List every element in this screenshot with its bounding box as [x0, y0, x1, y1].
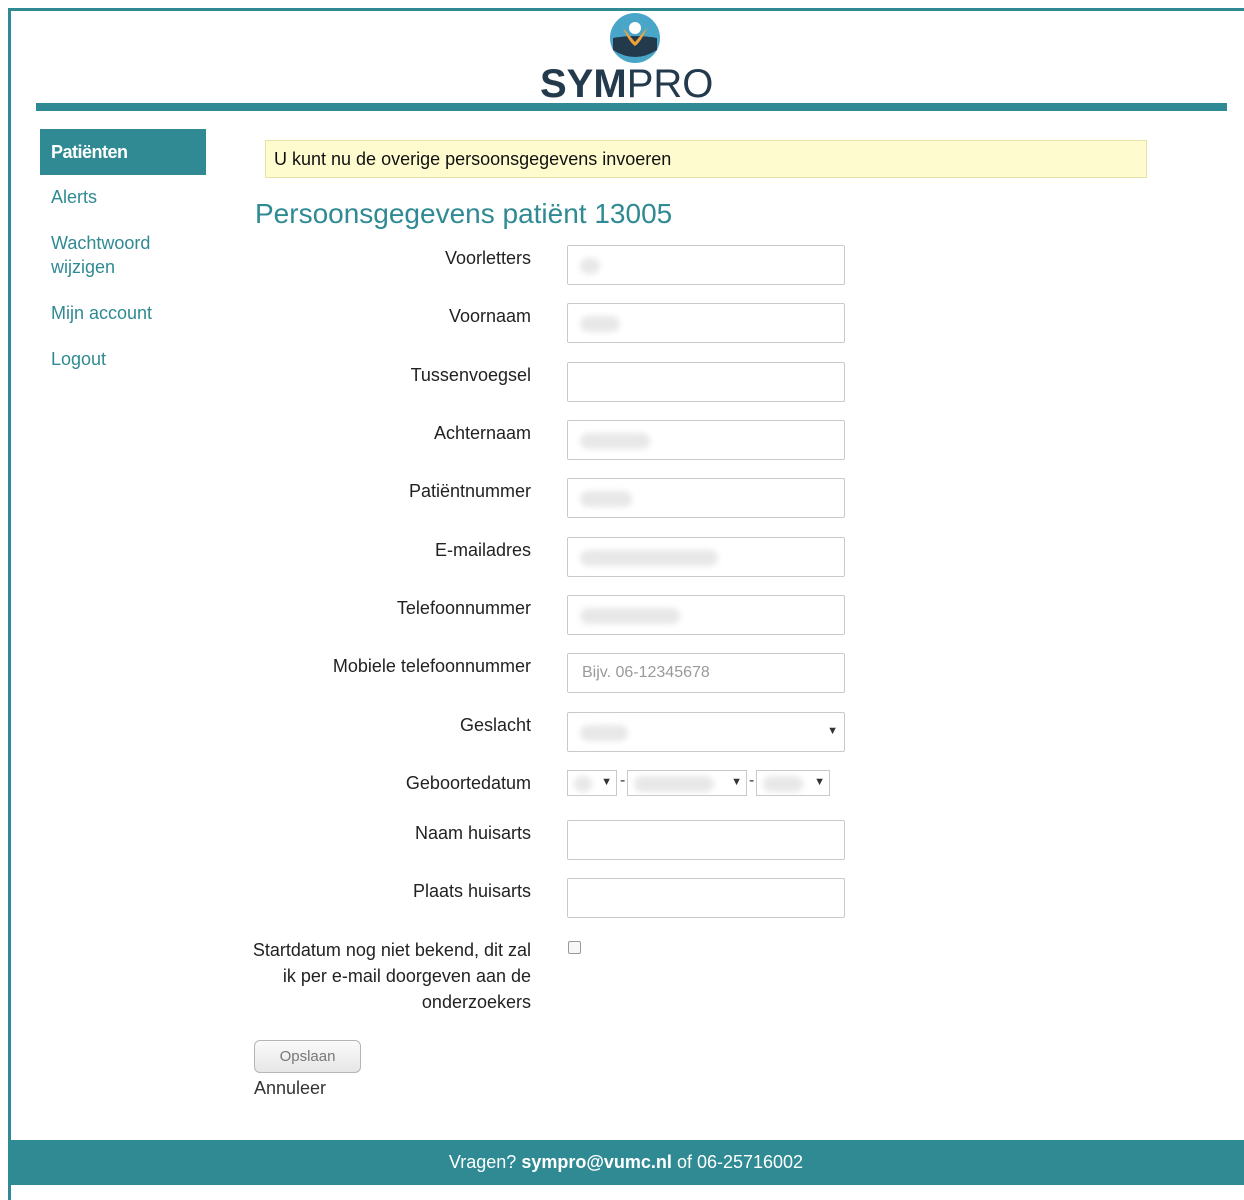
header-divider	[36, 103, 1227, 111]
voorletters-label: Voorletters	[444, 248, 531, 268]
telefoon-input[interactable]	[567, 595, 845, 635]
voornaam-label: Voornaam	[448, 306, 531, 326]
voorletters-input[interactable]	[567, 245, 845, 285]
footer-email-link[interactable]: sympro@vumc.nl	[521, 1152, 672, 1172]
mobiel-label: Mobiele telefoonnummer	[332, 656, 531, 676]
sidebar-item-wachtwoord-wijzigen[interactable]: Wachtwoord wijzigen	[40, 231, 206, 279]
footer: Vragen? sympro@vumc.nl of 06-25716002	[8, 1140, 1244, 1185]
plaats-huisarts-label: Plaats huisarts	[412, 881, 531, 901]
plaats-huisarts-input[interactable]	[567, 878, 845, 918]
chevron-down-icon: ▼	[601, 776, 612, 788]
startdatum-checkbox[interactable]	[568, 941, 581, 954]
sidebar-item-logout[interactable]: Logout	[40, 347, 206, 371]
page-title: Persoonsgegevens patiënt 13005	[255, 198, 673, 229]
footer-phone: 06-25716002	[696, 1152, 804, 1172]
naam-huisarts-input[interactable]	[567, 820, 845, 860]
patientnummer-label: Patiëntnummer	[408, 481, 531, 501]
footer-prefix: Vragen?	[448, 1152, 517, 1172]
chevron-down-icon: ▼	[827, 725, 838, 737]
naam-huisarts-label: Naam huisarts	[414, 823, 531, 843]
tussenvoegsel-input[interactable]	[567, 362, 845, 402]
sidebar-item-alerts[interactable]: Alerts	[40, 185, 206, 209]
startdatum-label: Startdatum nog niet bekend, dit zal ik p…	[252, 940, 531, 1012]
logo-mark-icon	[610, 13, 660, 63]
info-alert: U kunt nu de overige persoonsgegevens in…	[265, 140, 1147, 178]
date-separator: -	[749, 772, 755, 789]
mobiel-input[interactable]	[567, 653, 845, 693]
save-button[interactable]: Opslaan	[254, 1040, 361, 1073]
achternaam-label: Achternaam	[433, 423, 531, 443]
chevron-down-icon: ▼	[814, 776, 825, 788]
birth-year-select[interactable]: ▼	[756, 770, 830, 796]
geslacht-select[interactable]: ▼	[567, 712, 845, 752]
achternaam-input[interactable]	[567, 420, 845, 460]
geboortedatum-label: Geboortedatum	[405, 773, 531, 793]
tussenvoegsel-label: Tussenvoegsel	[410, 365, 531, 385]
patientnummer-input[interactable]	[567, 478, 845, 518]
birth-day-select[interactable]: ▼	[567, 770, 617, 796]
logo-wordmark: SYMPRO	[540, 62, 714, 106]
email-label: E-mailadres	[434, 540, 531, 560]
sidebar-nav: Patiënten Alerts Wachtwoord wijzigen Mij…	[40, 129, 206, 393]
date-separator: -	[620, 772, 626, 789]
voornaam-input[interactable]	[567, 303, 845, 343]
chevron-down-icon: ▼	[731, 776, 742, 788]
sidebar-item-patienten[interactable]: Patiënten	[40, 129, 206, 175]
footer-middle: of	[676, 1152, 692, 1172]
sidebar-item-mijn-account[interactable]: Mijn account	[40, 301, 206, 325]
email-input[interactable]	[567, 537, 845, 577]
cancel-link[interactable]: Annuleer	[254, 1078, 326, 1099]
geslacht-label: Geslacht	[459, 715, 531, 735]
birth-month-select[interactable]: ▼	[627, 770, 747, 796]
telefoon-label: Telefoonnummer	[396, 598, 531, 618]
sympro-logo: SYMPRO	[540, 12, 730, 106]
